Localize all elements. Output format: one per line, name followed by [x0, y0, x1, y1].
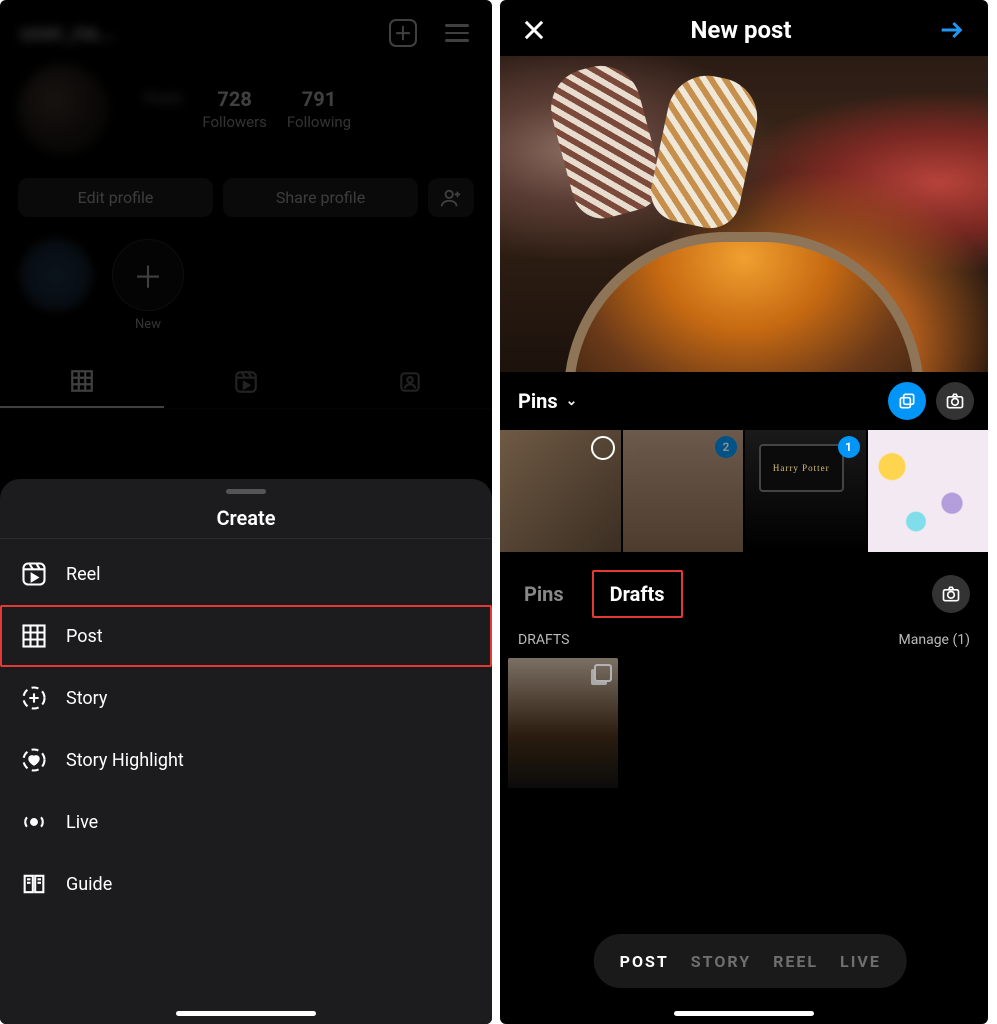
new-post-screen: New post Pins ⌄: [500, 0, 988, 1024]
create-story-highlight[interactable]: Story Highlight: [0, 729, 492, 791]
grid-icon: [69, 368, 95, 394]
tab-drafts[interactable]: Drafts: [592, 570, 683, 618]
home-indicator[interactable]: [674, 1011, 814, 1016]
create-story[interactable]: Story: [0, 667, 492, 729]
menu-button[interactable]: [442, 18, 472, 48]
mode-reel[interactable]: REEL: [773, 952, 818, 971]
gallery-thumb[interactable]: Harry Potter 1: [745, 430, 866, 552]
capture-mode-selector[interactable]: POST STORY REEL LIVE: [594, 934, 907, 988]
close-button[interactable]: [520, 16, 548, 44]
chevron-down-icon: ⌄: [566, 393, 578, 409]
tagged-icon: [397, 369, 423, 395]
discover-people-button[interactable]: [428, 178, 474, 217]
selection-badge: 1: [838, 436, 860, 458]
profile-username[interactable]: user_na...: [20, 21, 116, 46]
create-button[interactable]: ＋: [388, 18, 418, 48]
tab-reels[interactable]: [164, 356, 328, 408]
photo-preview[interactable]: [500, 56, 988, 372]
selection-ring-icon: [591, 436, 615, 460]
page-title: New post: [691, 16, 792, 44]
profile-dimmed-backdrop: user_na... ＋ Posts: [0, 0, 492, 409]
tab-pins[interactable]: Pins: [518, 576, 570, 612]
select-multiple-button[interactable]: [888, 382, 926, 420]
mode-live[interactable]: LIVE: [840, 952, 881, 971]
stat-following[interactable]: 791 Following: [287, 87, 351, 131]
mode-post[interactable]: POST: [620, 952, 669, 971]
camera-icon: [941, 584, 961, 604]
share-profile-button[interactable]: Share profile: [223, 178, 418, 217]
heart-circle-icon: [20, 746, 48, 774]
avatar[interactable]: [18, 64, 108, 154]
bio: [0, 160, 492, 178]
create-live[interactable]: Live: [0, 791, 492, 853]
close-icon: [520, 16, 548, 44]
reels-icon: [233, 369, 259, 395]
add-highlight-icon: ＋: [112, 239, 184, 311]
reels-icon: [20, 560, 48, 588]
gallery-thumb[interactable]: [500, 430, 621, 552]
plus-icon: ＋: [389, 19, 417, 47]
selection-badge: 2: [715, 436, 737, 458]
sheet-handle[interactable]: [226, 489, 266, 494]
gallery-thumb[interactable]: 2: [623, 430, 744, 552]
add-person-icon: [440, 187, 462, 209]
album-selector[interactable]: Pins ⌄: [518, 389, 577, 413]
arrow-right-icon: [934, 16, 968, 44]
grid-icon: [20, 622, 48, 650]
create-post[interactable]: Post: [0, 605, 492, 667]
drafts-section-label: DRAFTS: [518, 632, 569, 648]
manage-drafts-button[interactable]: Manage (1): [899, 632, 970, 648]
gallery-thumb[interactable]: [868, 430, 989, 552]
draft-thumb[interactable]: [508, 658, 618, 788]
stat-followers[interactable]: 728 Followers: [202, 87, 267, 131]
highlight-item[interactable]: [20, 239, 92, 332]
camera-icon: [945, 391, 965, 411]
create-reel[interactable]: Reel: [0, 543, 492, 605]
stat-posts[interactable]: Posts: [144, 87, 182, 131]
next-button[interactable]: [934, 16, 968, 44]
home-indicator[interactable]: [176, 1011, 316, 1016]
tab-tagged[interactable]: [328, 356, 492, 408]
username-text: user_na...: [20, 21, 116, 46]
highlight-new[interactable]: ＋ New: [112, 239, 184, 332]
story-icon: [20, 684, 48, 712]
create-sheet: Create Reel Post Sto: [0, 479, 492, 1024]
highlight-cover: [20, 239, 92, 311]
open-camera-button[interactable]: [936, 382, 974, 420]
stack-icon: [897, 391, 917, 411]
tab-grid[interactable]: [0, 356, 164, 408]
live-icon: [20, 808, 48, 836]
open-camera-button-2[interactable]: [932, 575, 970, 613]
sheet-title: Create: [0, 506, 492, 530]
guide-icon: [20, 870, 48, 898]
gallery-thumbs: 2 Harry Potter 1: [500, 430, 988, 552]
profile-screen: user_na... ＋ Posts: [0, 0, 492, 1024]
mode-story[interactable]: STORY: [691, 952, 751, 971]
stack-icon: [594, 664, 612, 682]
edit-profile-button[interactable]: Edit profile: [18, 178, 213, 217]
hamburger-icon: [445, 24, 469, 42]
create-guide[interactable]: Guide: [0, 853, 492, 915]
